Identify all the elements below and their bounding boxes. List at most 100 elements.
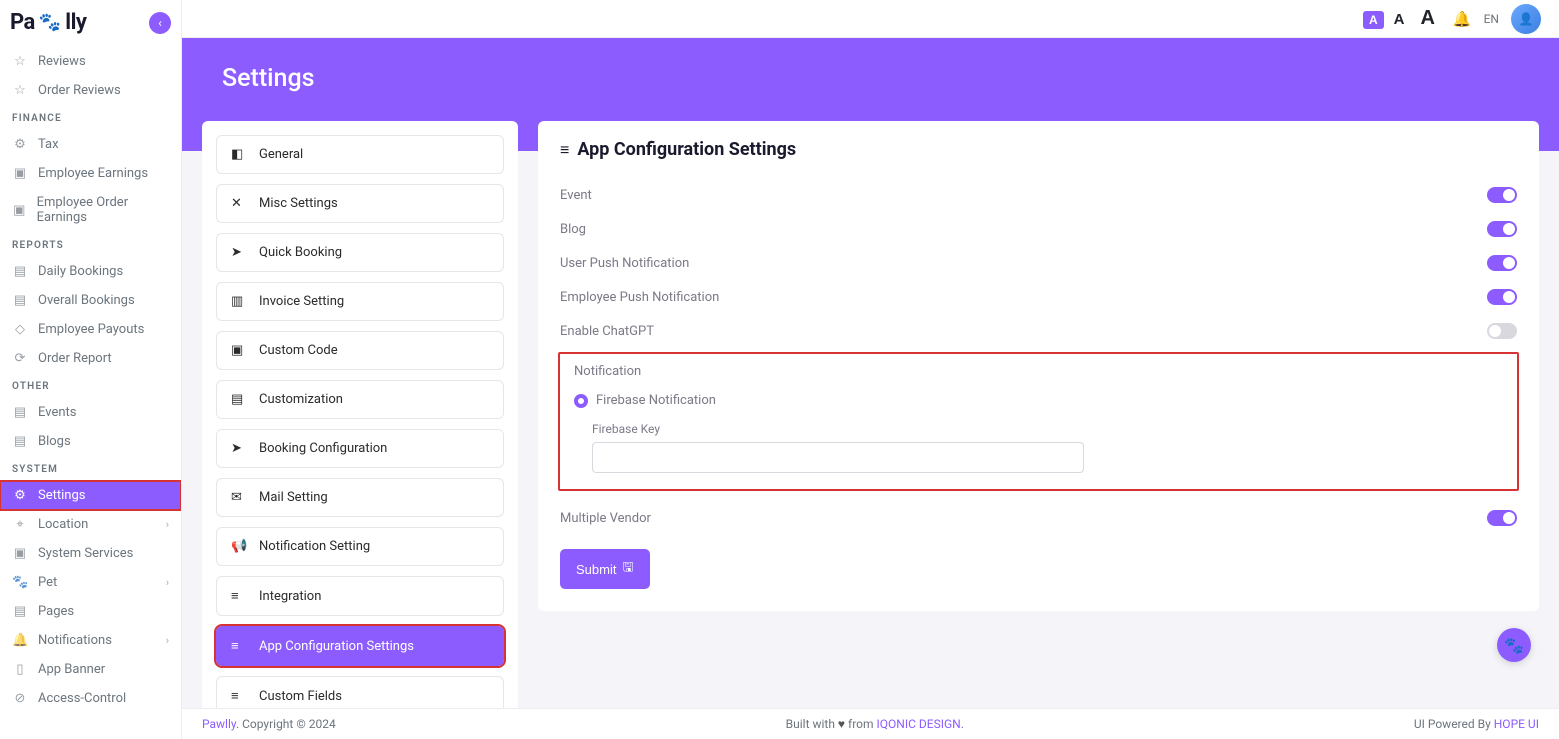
bell-icon[interactable]: 🔔 (1453, 10, 1472, 28)
tab-app-configuration-settings[interactable]: ≡ App Configuration Settings (216, 626, 504, 666)
sidebar-item-order-reviews[interactable]: ☆Order Reviews (0, 76, 181, 105)
nav-label: Notifications (38, 633, 112, 648)
sidebar-item-access-control[interactable]: ⊘ Access-Control (0, 684, 181, 713)
sidebar-item-notifications[interactable]: 🔔 Notifications › (0, 626, 181, 655)
tab-label: App Configuration Settings (259, 639, 414, 654)
notification-highlight-box: Notification Firebase Notification Fireb… (558, 352, 1519, 491)
tab-general[interactable]: ◧ General (216, 135, 504, 174)
sidebar-item-employee-earnings[interactable]: ▣Employee Earnings (0, 159, 181, 188)
tab-custom-fields[interactable]: ≡Custom Fields (216, 676, 504, 708)
tab-booking-configuration[interactable]: ➤Booking Configuration (216, 429, 504, 468)
sidebar-item-pages[interactable]: ▤ Pages (0, 597, 181, 626)
brand-logo[interactable]: Pa🐾lly (10, 10, 87, 35)
user-avatar[interactable]: 👤 (1511, 4, 1541, 34)
nav-label: Pet (38, 575, 57, 590)
notification-section-label: Notification (574, 364, 1503, 379)
tab-icon: ▤ (231, 392, 247, 407)
font-size-small[interactable]: A (1363, 11, 1384, 29)
sidebar-item-app-banner[interactable]: ▯App Banner (0, 655, 181, 684)
chevron-right-icon: › (166, 576, 169, 589)
tab-icon: ≡ (231, 588, 247, 604)
footer: Pawlly. Copyright © 2024 Built with ♥ fr… (182, 708, 1559, 739)
sidebar-item-employee-payouts[interactable]: ◇Employee Payouts (0, 315, 181, 344)
tab-label: Notification Setting (259, 539, 370, 554)
font-size-medium[interactable]: A (1388, 9, 1411, 30)
sidebar-item-daily-bookings[interactable]: ▤Daily Bookings (0, 257, 181, 286)
nav-icon: ⚙ (12, 137, 28, 152)
employee-push-notification-toggle[interactable] (1487, 289, 1517, 305)
tab-integration[interactable]: ≡Integration (216, 576, 504, 616)
config-panel-title: ≡ App Configuration Settings (560, 139, 1517, 160)
sidebar-item-pet[interactable]: 🐾Pet› (0, 568, 181, 597)
nav-icon: ▤ (12, 434, 28, 449)
nav-icon: ▯ (12, 662, 28, 677)
config-toggle-row: Event (560, 178, 1517, 212)
sidebar-item-location[interactable]: ⌖Location› (0, 510, 181, 539)
tab-label: Custom Code (259, 343, 338, 358)
nav-label: Events (38, 405, 76, 420)
nav-label: Daily Bookings (38, 264, 123, 279)
blog-toggle[interactable] (1487, 221, 1517, 237)
tab-icon: ≡ (231, 638, 247, 654)
tab-quick-booking[interactable]: ➤Quick Booking (216, 233, 504, 272)
firebase-key-input[interactable] (592, 442, 1084, 473)
tab-label: Booking Configuration (259, 441, 387, 456)
sidebar-item-system-services[interactable]: ▣System Services (0, 539, 181, 568)
multiple-vendor-toggle[interactable] (1487, 510, 1517, 526)
toggle-label: User Push Notification (560, 256, 689, 271)
firebase-notification-radio[interactable] (574, 394, 588, 408)
nav-icon: ◇ (12, 322, 28, 337)
save-icon: 🖫 (622, 558, 633, 580)
nav-icon: ▤ (12, 604, 28, 619)
nav-icon: ☆ (12, 54, 28, 69)
tab-label: Custom Fields (259, 689, 342, 704)
sidebar-item-overall-bookings[interactable]: ▤Overall Bookings (0, 286, 181, 315)
submit-button[interactable]: Submit 🖫 (560, 549, 650, 589)
sidebar-item-reviews[interactable]: ☆ Reviews (0, 47, 181, 76)
font-size-large[interactable]: A (1414, 5, 1440, 32)
nav-label: Reviews (38, 54, 86, 69)
sidebar-item-settings[interactable]: ⚙Settings (0, 481, 181, 510)
iqonic-link[interactable]: IQONIC DESIGN. (877, 717, 964, 731)
nav-icon: 🔔 (12, 633, 28, 648)
heart-icon: ♥ (838, 717, 845, 731)
tab-notification-setting[interactable]: 📢 Notification Setting (216, 527, 504, 566)
hopeui-link[interactable]: HOPE UI (1494, 717, 1539, 731)
nav-icon: ▣ (12, 203, 27, 218)
chevron-right-icon: › (166, 518, 169, 531)
tab-label: Mail Setting (259, 490, 328, 505)
chevron-right-icon: › (166, 634, 169, 647)
sidebar-item-employee-order-earnings[interactable]: ▣Employee Order Earnings (0, 188, 181, 232)
nav-label: Pages (38, 604, 74, 619)
sidebar-item-order-report[interactable]: ⟳Order Report (0, 344, 181, 373)
event-toggle[interactable] (1487, 187, 1517, 203)
nav-label: Order Report (38, 351, 112, 366)
language-selector[interactable]: EN (1484, 12, 1499, 26)
config-toggle-row: Blog (560, 212, 1517, 246)
sidebar-item-tax[interactable]: ⚙Tax (0, 130, 181, 159)
settings-tabs-panel: ◧ General ✕Misc Settings ➤Quick Booking ▥ Inv… (202, 121, 518, 708)
tab-invoice-setting[interactable]: ▥ Invoice Setting (216, 282, 504, 321)
tab-icon: 📢 (231, 539, 247, 554)
paw-icon: 🐾 (39, 12, 61, 33)
tab-mail-setting[interactable]: ✉Mail Setting (216, 478, 504, 517)
nav-label: Access-Control (38, 691, 126, 706)
tab-icon: ▥ (231, 294, 247, 309)
tab-icon: ◧ (231, 147, 247, 162)
tab-label: General (259, 147, 303, 162)
footer-brand-link[interactable]: Pawlly (202, 717, 236, 731)
nav-section-title: OTHER (0, 373, 181, 398)
tab-custom-code[interactable]: ▣Custom Code (216, 331, 504, 370)
tab-customization[interactable]: ▤Customization (216, 380, 504, 419)
sidebar-collapse-button[interactable]: ‹ (149, 12, 171, 34)
config-toggle-row: Employee Push Notification (560, 280, 1517, 314)
toggle-label: Event (560, 188, 592, 203)
tab-misc-settings[interactable]: ✕Misc Settings (216, 184, 504, 223)
nav-icon: ⊘ (12, 691, 28, 706)
sidebar-item-events[interactable]: ▤Events (0, 398, 181, 427)
enable-chatgpt-toggle[interactable] (1487, 323, 1517, 339)
tab-label: Invoice Setting (259, 294, 344, 309)
sidebar-item-blogs[interactable]: ▤Blogs (0, 427, 181, 456)
fab-button[interactable]: 🐾 (1497, 628, 1531, 662)
user-push-notification-toggle[interactable] (1487, 255, 1517, 271)
